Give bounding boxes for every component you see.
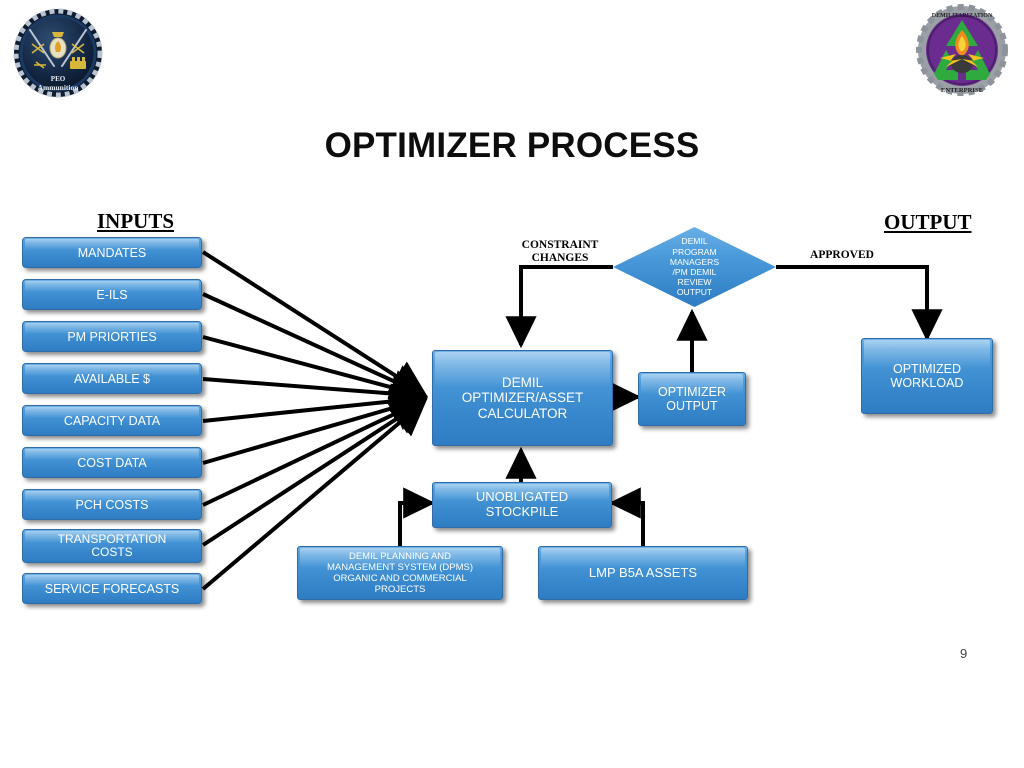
node-label: DEMIL OPTIMIZER/ASSET CALCULATOR (461, 375, 584, 421)
node-label: DEMIL PLANNING AND MANAGEMENT SYSTEM (DP… (326, 551, 474, 595)
input-box-cost-data[interactable]: COST DATA (22, 447, 202, 478)
slide-canvas: PEO Ammunition DEMILITARIZATION ENTERPRI… (0, 0, 1024, 768)
diamond-label: DEMIL PROGRAM MANAGERS /PM DEMIL REVIEW … (669, 236, 720, 298)
node-label: LMP B5A ASSETS (588, 564, 698, 580)
input-box-capacity-data[interactable]: CAPACITY DATA (22, 405, 202, 436)
demil-review-decision-diamond[interactable]: DEMIL PROGRAM MANAGERS /PM DEMIL REVIEW … (613, 227, 776, 307)
dpms-projects-box[interactable]: DEMIL PLANNING AND MANAGEMENT SYSTEM (DP… (297, 546, 503, 600)
node-label: OPTIMIZED WORKLOAD (890, 362, 964, 390)
lmp-b5a-assets-box[interactable]: LMP B5A ASSETS (538, 546, 748, 600)
input-label: MANDATES (77, 245, 147, 260)
node-label: OPTIMIZER OUTPUT (657, 385, 727, 413)
input-box-e-ils[interactable]: E-ILS (22, 279, 202, 310)
input-box-pm-priorties[interactable]: PM PRIORTIES (22, 321, 202, 352)
input-box-mandates[interactable]: MANDATES (22, 237, 202, 268)
input-label: AVAILABLE $ (74, 371, 150, 386)
input-box-service-forecasts[interactable]: SERVICE FORECASTS (22, 573, 202, 604)
node-label: UNOBLIGATED STOCKPILE (475, 489, 569, 519)
input-label: PCH COSTS (75, 497, 149, 512)
input-box-pch-costs[interactable]: PCH COSTS (22, 489, 202, 520)
input-label: CAPACITY DATA (63, 413, 161, 428)
input-box-available-dollars[interactable]: AVAILABLE $ (22, 363, 202, 394)
optimizer-output-box[interactable]: OPTIMIZER OUTPUT (638, 372, 746, 426)
input-label: TRANSPORTATION COSTS (57, 531, 167, 559)
input-box-transportation-costs[interactable]: TRANSPORTATION COSTS (22, 529, 202, 563)
input-label: E-ILS (96, 287, 128, 302)
unobligated-stockpile-box[interactable]: UNOBLIGATED STOCKPILE (432, 482, 612, 528)
input-label: SERVICE FORECASTS (44, 581, 180, 596)
demil-optimizer-asset-calculator-box[interactable]: DEMIL OPTIMIZER/ASSET CALCULATOR (432, 350, 613, 446)
input-label: PM PRIORTIES (67, 329, 157, 344)
input-label: COST DATA (77, 455, 147, 470)
optimized-workload-box[interactable]: OPTIMIZED WORKLOAD (861, 338, 993, 414)
